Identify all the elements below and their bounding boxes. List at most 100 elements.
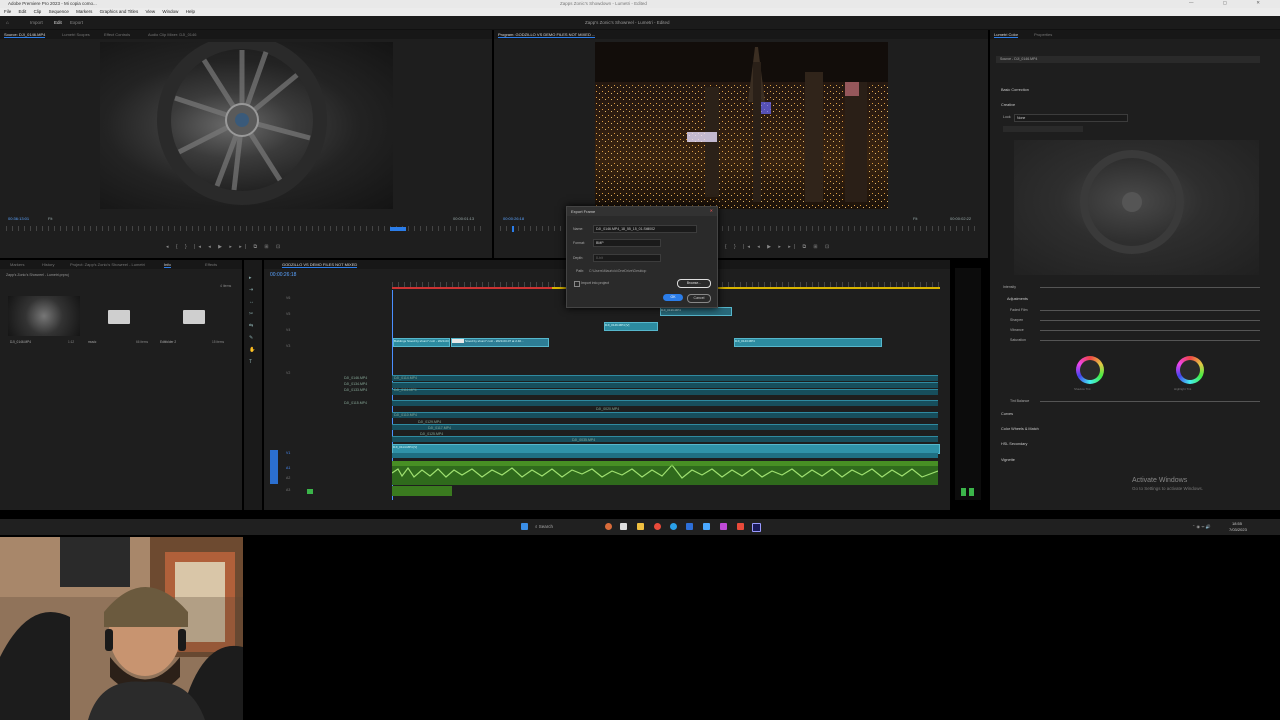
tab-history[interactable]: History xyxy=(42,262,54,267)
track-row[interactable] xyxy=(392,389,938,395)
track-a1[interactable]: A1 xyxy=(286,466,290,470)
windows-start-icon[interactable] xyxy=(521,523,528,530)
program-transport-controls[interactable]: ◂ { } |◂ ◂ ▶ ▸ ▸| ⧉ ⊞ ⊡ xyxy=(715,244,832,250)
file-explorer-icon[interactable] xyxy=(637,523,644,530)
track-row[interactable] xyxy=(392,453,938,458)
audio-enable-toggle[interactable] xyxy=(307,489,313,494)
app-icon[interactable] xyxy=(605,523,612,530)
menu-file[interactable]: File xyxy=(4,9,11,14)
menu-sequence[interactable]: Sequence xyxy=(49,9,69,14)
tab-program[interactable]: Program: GODZILLO VS DEMO FILES NOT MIXE… xyxy=(498,32,596,38)
track-v3[interactable]: V3 xyxy=(286,344,290,348)
source-transport-controls[interactable]: ◂ { } |◂ ◂ ▶ ▸ ▸| ⧉ ⊞ ⊡ xyxy=(166,244,283,250)
tab-markers[interactable]: Markers xyxy=(10,262,24,267)
tab-lumetri-scopes[interactable]: Lumetri Scopes xyxy=(62,32,90,37)
adjustments-label[interactable]: Adjustments xyxy=(1007,297,1028,301)
task-view-icon[interactable] xyxy=(620,523,627,530)
track-a2[interactable]: A2 xyxy=(286,476,290,480)
source-ruler[interactable] xyxy=(6,226,486,231)
clip-buildings-1[interactable]: Buildings Stood by shum7 cutz - 2023-03-… xyxy=(393,338,450,347)
cancel-button[interactable]: Cancel xyxy=(687,294,711,303)
lumetri-clip-select[interactable]: Source - DJI_0146.MP4 xyxy=(996,56,1260,63)
track-v5[interactable]: V5 xyxy=(286,312,290,316)
workspace-edit[interactable]: Edit xyxy=(54,20,62,25)
color-space-select[interactable] xyxy=(1003,126,1083,132)
tab-info[interactable]: Info xyxy=(164,262,171,268)
audio-clip-a2[interactable] xyxy=(392,486,452,496)
clip-thumbnail[interactable] xyxy=(8,296,80,336)
menu-window[interactable]: Window xyxy=(162,9,178,14)
section-vignette[interactable]: Vignette xyxy=(1001,458,1015,462)
workspace-import[interactable]: Import xyxy=(30,20,43,25)
folder-icon[interactable] xyxy=(183,310,205,324)
menu-graphics[interactable]: Graphics and Titles xyxy=(100,9,139,14)
tray-icons[interactable]: ⌃ ◉ ᯤ 🔊 xyxy=(1192,524,1211,530)
edge-icon[interactable] xyxy=(670,523,677,530)
track-v1[interactable]: V1 xyxy=(286,451,290,455)
clip-dji-0136[interactable]: DJI_0136.MP4 xyxy=(660,307,732,316)
section-hsl-secondary[interactable]: HSL Secondary xyxy=(1001,442,1027,446)
format-select[interactable]: BMP xyxy=(593,239,661,247)
app-icon[interactable] xyxy=(720,523,727,530)
home-icon[interactable]: ⌂ xyxy=(6,20,9,25)
store-icon[interactable] xyxy=(686,523,693,530)
menu-markers[interactable]: Markers xyxy=(76,9,92,14)
section-basic-correction[interactable]: Basic Correction xyxy=(1001,88,1029,92)
track-row[interactable] xyxy=(392,400,938,406)
browse-button[interactable]: Browse... xyxy=(677,279,711,288)
sharpen-slider[interactable] xyxy=(1040,320,1260,321)
menu-view[interactable]: View xyxy=(145,9,155,14)
program-timecode[interactable]: 00:00:26:18 xyxy=(503,216,524,221)
track-row[interactable] xyxy=(392,412,938,418)
window-controls[interactable]: — ▢ ✕ xyxy=(1189,0,1274,6)
section-curves[interactable]: Curves xyxy=(1001,412,1013,416)
name-field[interactable]: DJI_0146.MP4_18_55_15_01.Still002 xyxy=(593,225,697,233)
program-playhead[interactable] xyxy=(512,226,514,232)
tab-source[interactable]: Source: DJI_0146.MP4 xyxy=(4,32,46,38)
audio-clip-music[interactable] xyxy=(392,461,938,485)
track-row[interactable] xyxy=(392,382,938,388)
taskbar-search[interactable]: ⌕ Search xyxy=(535,524,553,529)
highlight-tint-wheel[interactable] xyxy=(1176,356,1204,384)
tool-icons[interactable]: ▸ ⇥ ↔ ✂ ⇆ ✎ ✋ T xyxy=(249,272,255,368)
workspace-export[interactable]: Export xyxy=(70,20,83,25)
premiere-icon[interactable] xyxy=(752,523,761,532)
close-icon[interactable]: ✕ xyxy=(710,208,713,213)
source-in-out-range[interactable] xyxy=(390,227,406,231)
telegram-icon[interactable] xyxy=(703,523,710,530)
tab-properties[interactable]: Properties xyxy=(1034,32,1052,37)
section-creative[interactable]: Creative xyxy=(1001,103,1015,107)
import-checkbox[interactable] xyxy=(574,281,580,287)
faded-film-slider[interactable] xyxy=(1040,310,1260,311)
target-track-indicator[interactable] xyxy=(270,450,278,484)
menu-help[interactable]: Help xyxy=(186,9,195,14)
tab-sequence[interactable]: GODZILLO VS DEMO FILES NOT MIXED xyxy=(282,262,358,268)
track-v2[interactable]: V2 xyxy=(286,371,290,375)
intensity-slider[interactable] xyxy=(1040,287,1260,288)
track-row[interactable] xyxy=(392,436,938,442)
section-color-wheels[interactable]: Color Wheels & Match xyxy=(1001,427,1039,431)
track-v6[interactable]: V6 xyxy=(286,296,290,300)
app-icon[interactable] xyxy=(737,523,744,530)
program-video-frame[interactable] xyxy=(595,42,888,209)
tint-balance-slider[interactable] xyxy=(1040,401,1260,402)
tab-lumetri-color[interactable]: Lumetri Color xyxy=(994,32,1019,38)
clip-dji-0143[interactable]: DJI_0143.MP4 xyxy=(734,338,882,347)
look-select[interactable]: None xyxy=(1014,114,1128,122)
menu-edit[interactable]: Edit xyxy=(19,9,27,14)
ok-button[interactable]: OK xyxy=(663,294,683,301)
tab-audio-clip-mixer[interactable]: Audio Clip Mixer: DJI_0146 xyxy=(148,32,196,37)
clip-dji-0146[interactable]: DJI_0146.MP4 [V] xyxy=(604,322,658,331)
track-row-v2[interactable] xyxy=(392,375,938,381)
timeline-timecode[interactable]: 00:00:26:18 xyxy=(270,272,296,278)
source-fit-select[interactable]: Fit xyxy=(48,216,52,221)
vibrance-slider[interactable] xyxy=(1040,330,1260,331)
track-a3[interactable]: A3 xyxy=(286,488,290,492)
tab-effects[interactable]: Effects xyxy=(205,262,217,267)
shadow-tint-wheel[interactable] xyxy=(1076,356,1104,384)
saturation-slider[interactable] xyxy=(1040,340,1260,341)
source-video-frame[interactable] xyxy=(100,42,393,209)
track-row[interactable] xyxy=(392,424,938,430)
tab-project[interactable]: Project: Zapp's Zonic's Showreel - Lumet… xyxy=(70,262,145,267)
program-fit-select[interactable]: Fit xyxy=(913,216,917,221)
